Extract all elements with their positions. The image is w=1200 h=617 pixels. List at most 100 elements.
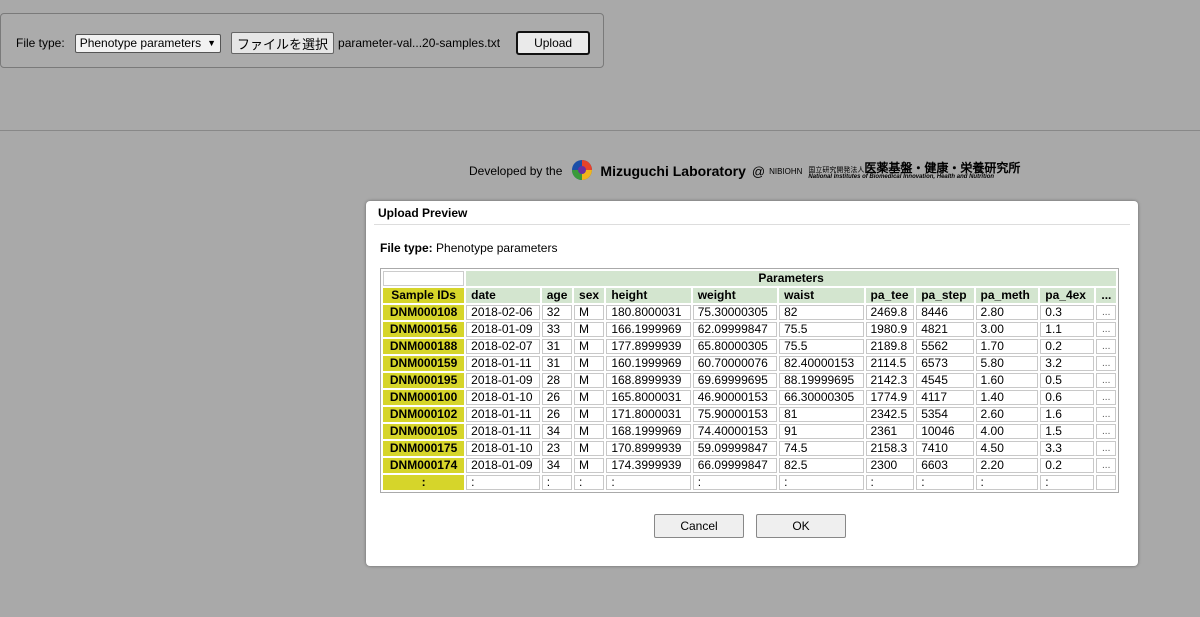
table-row: DNM000174 2018-01-09 34 M 174.3999939 66.0999… <box>383 458 1116 473</box>
column-header: pa_tee <box>865 288 915 303</box>
table-cell: 2018-01-11 <box>466 424 540 439</box>
table-cell: : <box>975 475 1039 490</box>
table-cell: 46.90000153 <box>692 390 778 405</box>
table-cell: 33 <box>541 322 573 337</box>
dialog-divider <box>374 224 1130 225</box>
parameters-header-row: Parameters <box>383 271 1116 286</box>
table-cell: 66.30000305 <box>779 390 864 405</box>
table-row: DNM000175 2018-01-10 23 M 170.8999939 59.0999… <box>383 441 1116 456</box>
file-type-selected: Phenotype parameters <box>79 36 202 50</box>
table-cell: 1.70 <box>975 339 1039 354</box>
table-cell: 3.2 <box>1040 356 1095 371</box>
table-cell: 2114.5 <box>865 356 915 371</box>
table-cell: 1.1 <box>1040 322 1095 337</box>
cancel-button[interactable]: Cancel <box>654 514 744 538</box>
table-cell: 60.70000076 <box>692 356 778 371</box>
table-cell: M <box>574 373 605 388</box>
table-cell: 4821 <box>916 322 974 337</box>
table-cell: 5562 <box>916 339 974 354</box>
parameters-header: Parameters <box>466 271 1116 286</box>
table-cell: M <box>574 305 605 320</box>
table-cell: 2300 <box>865 458 915 473</box>
table-cell: 34 <box>541 424 573 439</box>
table-row: DNM000188 2018-02-07 31 M 177.8999939 65.8000… <box>383 339 1116 354</box>
column-header: date <box>466 288 540 303</box>
upload-button[interactable]: Upload <box>516 31 591 55</box>
table-cell: 5354 <box>916 407 974 422</box>
table-cell: 88.19999695 <box>779 373 864 388</box>
table-row: DNM000108 2018-02-06 32 M 180.8000031 75.3000… <box>383 305 1116 320</box>
dialog-buttons: Cancel OK <box>654 514 846 538</box>
table-cell: 82.40000153 <box>779 356 864 371</box>
sample-id-cell: DNM000156 <box>383 322 465 337</box>
table-cell: 65.80000305 <box>692 339 778 354</box>
table-cell: : <box>1040 475 1095 490</box>
table-row: ::::::::::: <box>383 475 1116 490</box>
column-header: pa_meth <box>975 288 1039 303</box>
ok-button[interactable]: OK <box>756 514 846 538</box>
table-cell: 26 <box>541 407 573 422</box>
table-cell: 74.40000153 <box>692 424 778 439</box>
table-cell: 6603 <box>916 458 974 473</box>
table-cell: 28 <box>541 373 573 388</box>
table-cell: 2018-01-11 <box>466 356 540 371</box>
more-cell: ... <box>1096 322 1116 337</box>
file-type-label: File type: <box>16 36 65 50</box>
table-cell: 2018-01-10 <box>466 390 540 405</box>
developed-by-text: Developed by the <box>469 164 563 178</box>
table-row: DNM000159 2018-01-11 31 M 160.1999969 60.7000… <box>383 356 1116 371</box>
table-cell: 2018-01-10 <box>466 441 540 456</box>
table-cell: 2189.8 <box>865 339 915 354</box>
table-cell: 2.20 <box>975 458 1039 473</box>
table-cell: : <box>692 475 778 490</box>
sample-id-cell: DNM000159 <box>383 356 465 371</box>
table-cell: 1.40 <box>975 390 1039 405</box>
table-cell: 0.6 <box>1040 390 1095 405</box>
table-cell: 75.5 <box>779 322 864 337</box>
table-cell: 2342.5 <box>865 407 915 422</box>
table-cell: 31 <box>541 356 573 371</box>
table-cell: M <box>574 407 605 422</box>
institute-name: 国立研究開発法人医薬基盤・健康・栄養研究所 National Institute… <box>808 162 1020 180</box>
nibiohn-logo: NIBIOHN <box>769 166 803 176</box>
table-cell: 75.90000153 <box>692 407 778 422</box>
more-cell: ... <box>1096 373 1116 388</box>
table-row: DNM000105 2018-01-11 34 M 168.1999969 74.4000… <box>383 424 1116 439</box>
table-cell: 2142.3 <box>865 373 915 388</box>
column-header: sex <box>574 288 605 303</box>
table-cell: 2018-01-09 <box>466 458 540 473</box>
table-cell: 6573 <box>916 356 974 371</box>
preview-table-body: DNM000108 2018-02-06 32 M 180.8000031 75.3000… <box>383 305 1116 490</box>
table-cell: 1.6 <box>1040 407 1095 422</box>
table-cell: 69.69999695 <box>692 373 778 388</box>
table-cell: : <box>541 475 573 490</box>
table-cell: 59.09999847 <box>692 441 778 456</box>
more-cell: ... <box>1096 441 1116 456</box>
table-cell: 23 <box>541 441 573 456</box>
file-type-select[interactable]: Phenotype parameters ▼ <box>74 33 222 53</box>
table-cell: 2018-01-09 <box>466 322 540 337</box>
more-cell: ... <box>1096 339 1116 354</box>
table-cell: M <box>574 356 605 371</box>
table-cell: M <box>574 458 605 473</box>
table-cell: 168.1999969 <box>606 424 691 439</box>
table-row: DNM000100 2018-01-10 26 M 165.8000031 46.9000… <box>383 390 1116 405</box>
table-cell: M <box>574 424 605 439</box>
table-cell: : <box>574 475 605 490</box>
table-cell: 170.8999939 <box>606 441 691 456</box>
choose-file-button[interactable]: ファイルを選択 <box>231 32 335 54</box>
upload-form: File type: Phenotype parameters ▼ ファイルを選… <box>0 13 604 68</box>
table-row: DNM000195 2018-01-09 28 M 168.8999939 69.6999… <box>383 373 1116 388</box>
table-cell: 2018-02-07 <box>466 339 540 354</box>
table-cell: 3.3 <box>1040 441 1095 456</box>
table-cell: 8446 <box>916 305 974 320</box>
sample-id-cell: DNM000188 <box>383 339 465 354</box>
institute-name-en: National Institutes of Biomedical Innova… <box>808 174 995 180</box>
upload-preview-dialog: Upload Preview File type: Phenotype para… <box>366 201 1138 566</box>
at-sign: @ <box>751 163 766 179</box>
selected-file-name: parameter-val...20-samples.txt <box>338 36 501 50</box>
table-cell: M <box>574 322 605 337</box>
column-header: pa_4ex <box>1040 288 1095 303</box>
table-cell: 66.09999847 <box>692 458 778 473</box>
sample-id-cell: DNM000175 <box>383 441 465 456</box>
